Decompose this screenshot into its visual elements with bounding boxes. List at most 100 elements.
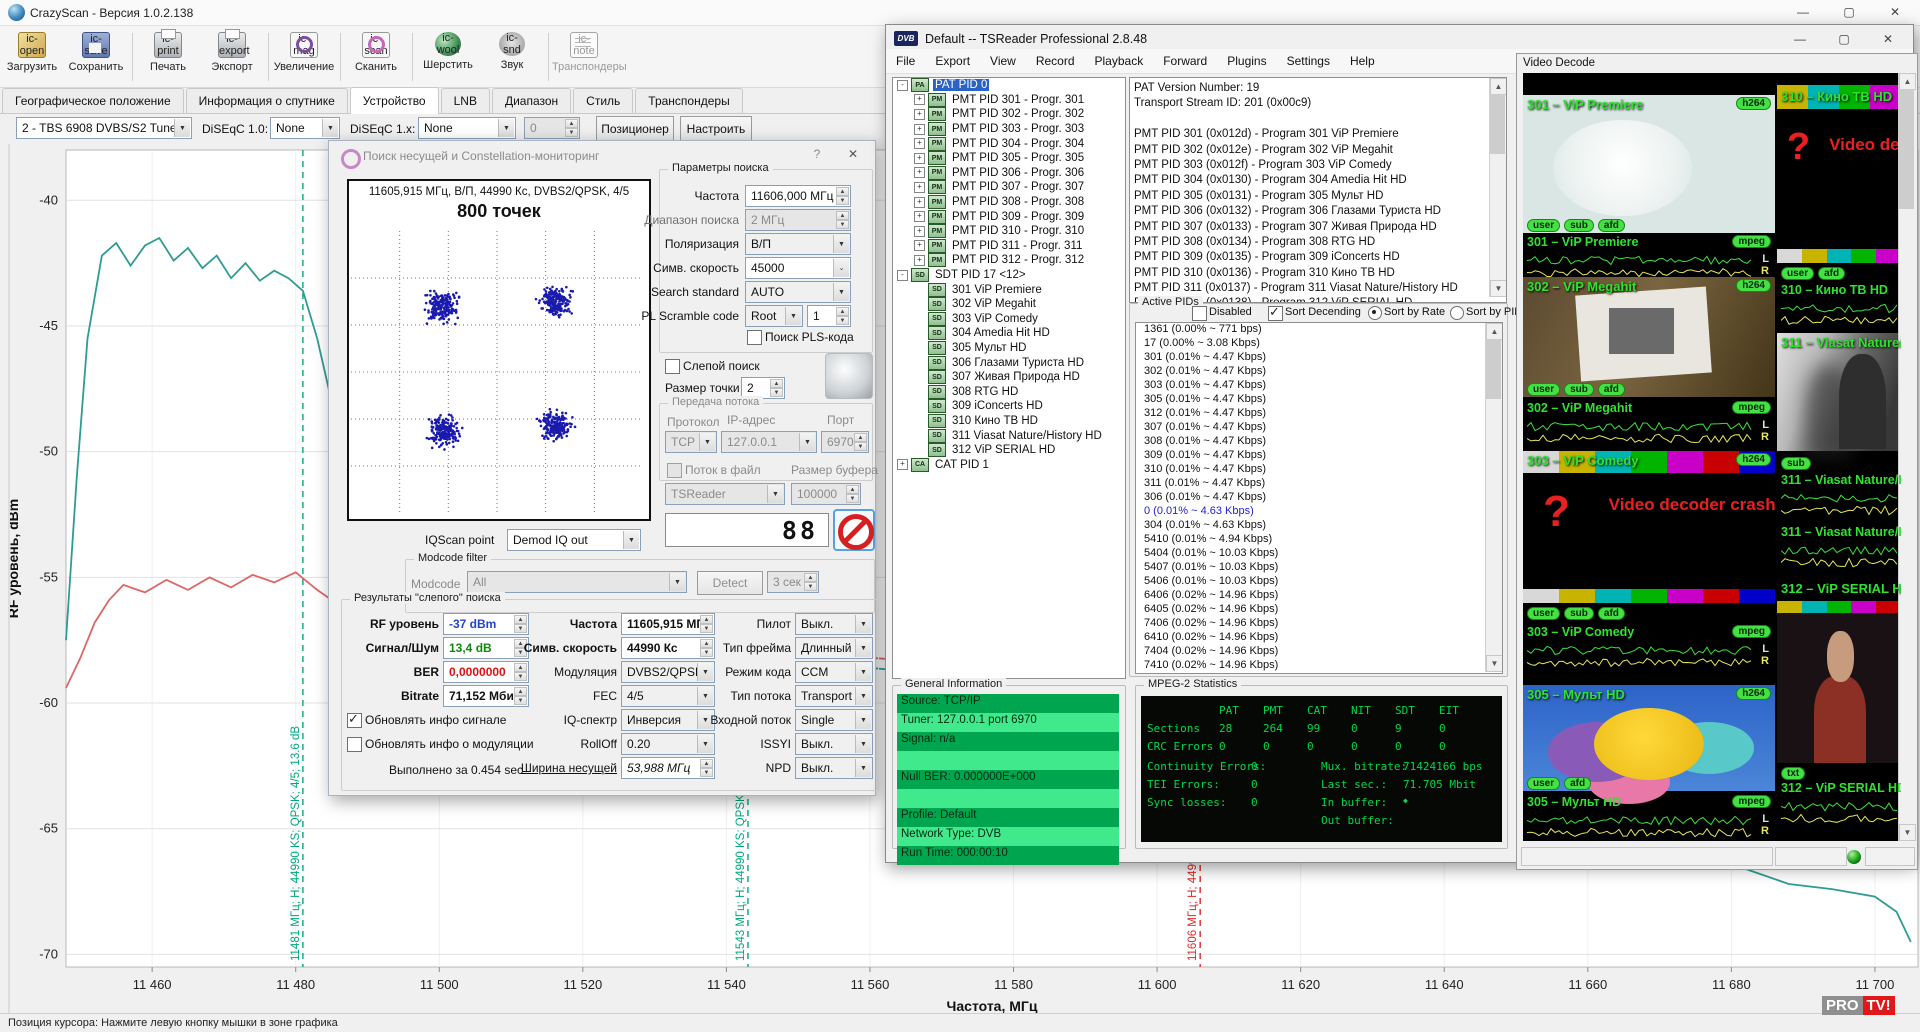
tree-item[interactable]: + PM PMT PID 305 - Progr. 305 [893, 151, 1125, 166]
expand-icon[interactable]: + [914, 109, 925, 120]
tree-item[interactable]: + CA CAT PID 1 [893, 457, 1125, 472]
pid-row[interactable]: 17 (0.00% ~ 3.08 Kbps) [1136, 337, 1484, 351]
tree-item[interactable]: SD 305 Мульт HD [893, 341, 1125, 356]
positioner-button[interactable]: Позиционер [596, 116, 674, 142]
code-mode-value[interactable]: CCM▼ [795, 661, 873, 683]
expand-icon[interactable]: + [914, 138, 925, 149]
position-spinner[interactable]: 0▲▼ [524, 117, 580, 139]
tree-item[interactable]: SD 310 Кино ТВ HD [893, 414, 1125, 429]
result-sr-value[interactable]: 44990 Кс▲▼ [621, 637, 715, 659]
pid-row[interactable]: 302 (0.01% ~ 4.47 Kbps) [1136, 365, 1484, 379]
stop-button[interactable] [833, 509, 875, 551]
expand-icon[interactable]: + [897, 459, 908, 470]
update-signal-checkbox[interactable] [347, 713, 362, 728]
expand-icon[interactable]: + [914, 94, 925, 105]
stream-type-value[interactable]: Transport▼ [795, 685, 873, 707]
tree-item[interactable]: SD 308 RTG HD [893, 384, 1125, 399]
pid-row[interactable]: 1361 (0.00% ~ 771 bps) [1136, 323, 1484, 337]
toolbar-button[interactable]: ic-open Загрузить [0, 29, 64, 85]
input-stream-value[interactable]: Single▼ [795, 709, 873, 731]
pls-search-checkbox[interactable] [747, 330, 762, 345]
tree-item[interactable]: + PM PMT PID 304 - Progr. 304 [893, 136, 1125, 151]
pid-row[interactable]: 5410 (0.01% ~ 4.94 Kbps) [1136, 533, 1484, 547]
rf-level-value[interactable]: -37 dBm▲▼ [443, 613, 529, 635]
pid-row[interactable]: 310 (0.01% ~ 4.47 Kbps) [1136, 463, 1484, 477]
receiver-select[interactable]: TSReader▼ [665, 483, 785, 505]
diseqc10-select[interactable]: None▼ [270, 117, 340, 139]
pid-row[interactable]: 307 (0.01% ~ 4.47 Kbps) [1136, 421, 1484, 435]
expand-icon[interactable]: + [914, 211, 925, 222]
maximize-button[interactable]: ▢ [1828, 0, 1870, 24]
tree-item[interactable]: SD 306 Глазами Туриста HD [893, 355, 1125, 370]
expand-icon[interactable]: + [914, 197, 925, 208]
toolbar-button[interactable]: ic-mag Увеличение [272, 29, 336, 85]
tree-item[interactable]: + PM PMT PID 310 - Progr. 310 [893, 224, 1125, 239]
frame-type-value[interactable]: Длинный▼ [795, 637, 873, 659]
pid-row[interactable]: 5406 (0.01% ~ 10.03 Kbps) [1136, 575, 1484, 589]
pid-row[interactable]: 304 (0.01% ~ 4.63 Kbps) [1136, 519, 1484, 533]
tree-item[interactable]: + PM PMT PID 306 - Progr. 306 [893, 166, 1125, 181]
tsr-close-button[interactable]: ✕ [1867, 27, 1909, 51]
menu-item[interactable]: Plugins [1217, 49, 1276, 73]
pid-scrollbar[interactable]: ▲▼ [1485, 323, 1502, 672]
expand-icon[interactable]: + [914, 255, 925, 266]
tree-item[interactable]: + PM PMT PID 307 - Progr. 307 [893, 180, 1125, 195]
menu-item[interactable]: Export [925, 49, 980, 73]
close-button[interactable]: ✕ [1874, 0, 1916, 24]
detect-button[interactable]: Detect [697, 571, 763, 595]
update-mod-checkbox[interactable] [347, 737, 362, 752]
tree-item[interactable]: SD 304 Amedia Hit HD [893, 326, 1125, 341]
pid-row[interactable]: 0 (0.01% ~ 4.63 Kbps) [1136, 505, 1484, 519]
toolbar-button[interactable]: ic-note Транспондеры [552, 29, 616, 85]
tab[interactable]: Географическое положение [2, 88, 184, 113]
bitrate-value[interactable]: 71,152 Мби▲▼ [443, 685, 529, 707]
tab[interactable]: Транспондеры [635, 88, 742, 113]
sort-by-pid-radio[interactable] [1450, 306, 1464, 320]
port-spinner[interactable]: 6970▲▼ [821, 431, 869, 453]
toolbar-button[interactable]: ic-wool Шерстить [416, 29, 480, 85]
pid-row[interactable]: 6406 (0.02% ~ 14.96 Kbps) [1136, 589, 1484, 603]
tab[interactable]: LNB [441, 88, 490, 113]
symbolrate-combo[interactable]: 45000⌄ [745, 257, 851, 279]
menu-item[interactable]: Playback [1085, 49, 1154, 73]
modulation-value[interactable]: DVBS2/QPSK▼ [621, 661, 715, 683]
tsr-maximize-button[interactable]: ▢ [1823, 27, 1865, 51]
expand-icon[interactable]: + [914, 153, 925, 164]
pid-row[interactable]: 7404 (0.02% ~ 14.96 Kbps) [1136, 645, 1484, 659]
tree-item[interactable]: SD 307 Живая Природа HD [893, 370, 1125, 385]
info-scrollbar[interactable]: ▲▼ [1489, 78, 1506, 297]
pid-row[interactable]: 6405 (0.02% ~ 14.96 Kbps) [1136, 603, 1484, 617]
menu-item[interactable]: Help [1340, 49, 1385, 73]
pid-row[interactable]: 309 (0.01% ~ 4.47 Kbps) [1136, 449, 1484, 463]
toolbar-button[interactable] [264, 29, 272, 85]
video-thumbnail-312[interactable] [1777, 613, 1901, 763]
tree-item[interactable]: + PM PMT PID 308 - Progr. 308 [893, 195, 1125, 210]
video-thumbnail-311[interactable] [1777, 333, 1901, 451]
tree-item[interactable]: + PM PMT PID 312 - Progr. 312 [893, 253, 1125, 268]
toolbar-button[interactable] [408, 29, 416, 85]
pid-row[interactable]: 6410 (0.02% ~ 14.96 Kbps) [1136, 631, 1484, 645]
tab[interactable]: Стиль [573, 88, 633, 113]
sort-descending-checkbox[interactable] [1268, 306, 1283, 321]
toolbar-button[interactable] [544, 29, 552, 85]
tab[interactable]: Информация о спутнике [186, 88, 348, 113]
tree-item[interactable]: SD 302 ViP Megahit [893, 297, 1125, 312]
detect-interval-spinner[interactable]: 3 сек▲▼ [767, 571, 819, 593]
pid-row[interactable]: 306 (0.01% ~ 4.47 Kbps) [1136, 491, 1484, 505]
freq-input[interactable]: 11606,000 МГц▲▼ [745, 185, 851, 207]
help-button[interactable]: ? [805, 145, 829, 163]
tree-item[interactable]: SD 303 ViP Comedy [893, 312, 1125, 327]
tree-item[interactable]: SD 311 Viasat Nature/History HD [893, 428, 1125, 443]
iqscan-select[interactable]: Demod IQ out▼ [507, 529, 641, 551]
toolbar-button[interactable]: ic-snd Звук [480, 29, 544, 85]
tree-item[interactable]: + PM PMT PID 301 - Progr. 301 [893, 93, 1125, 108]
configure-button[interactable]: Настроить [680, 116, 752, 142]
result-freq-value[interactable]: 11605,915 МГ▲▼ [621, 613, 715, 635]
video-crashed-310[interactable]: ? Video decoder crashed [1777, 109, 1901, 249]
pid-row[interactable]: 5407 (0.01% ~ 10.03 Kbps) [1136, 561, 1484, 575]
pid-row[interactable]: 303 (0.01% ~ 4.47 Kbps) [1136, 379, 1484, 393]
polarization-select[interactable]: В/П▼ [745, 233, 851, 255]
fec-value[interactable]: 4/5▼ [621, 685, 715, 707]
toolbar-button[interactable]: ic-scan Сканить [344, 29, 408, 85]
tab[interactable]: Диапазон [492, 88, 571, 113]
